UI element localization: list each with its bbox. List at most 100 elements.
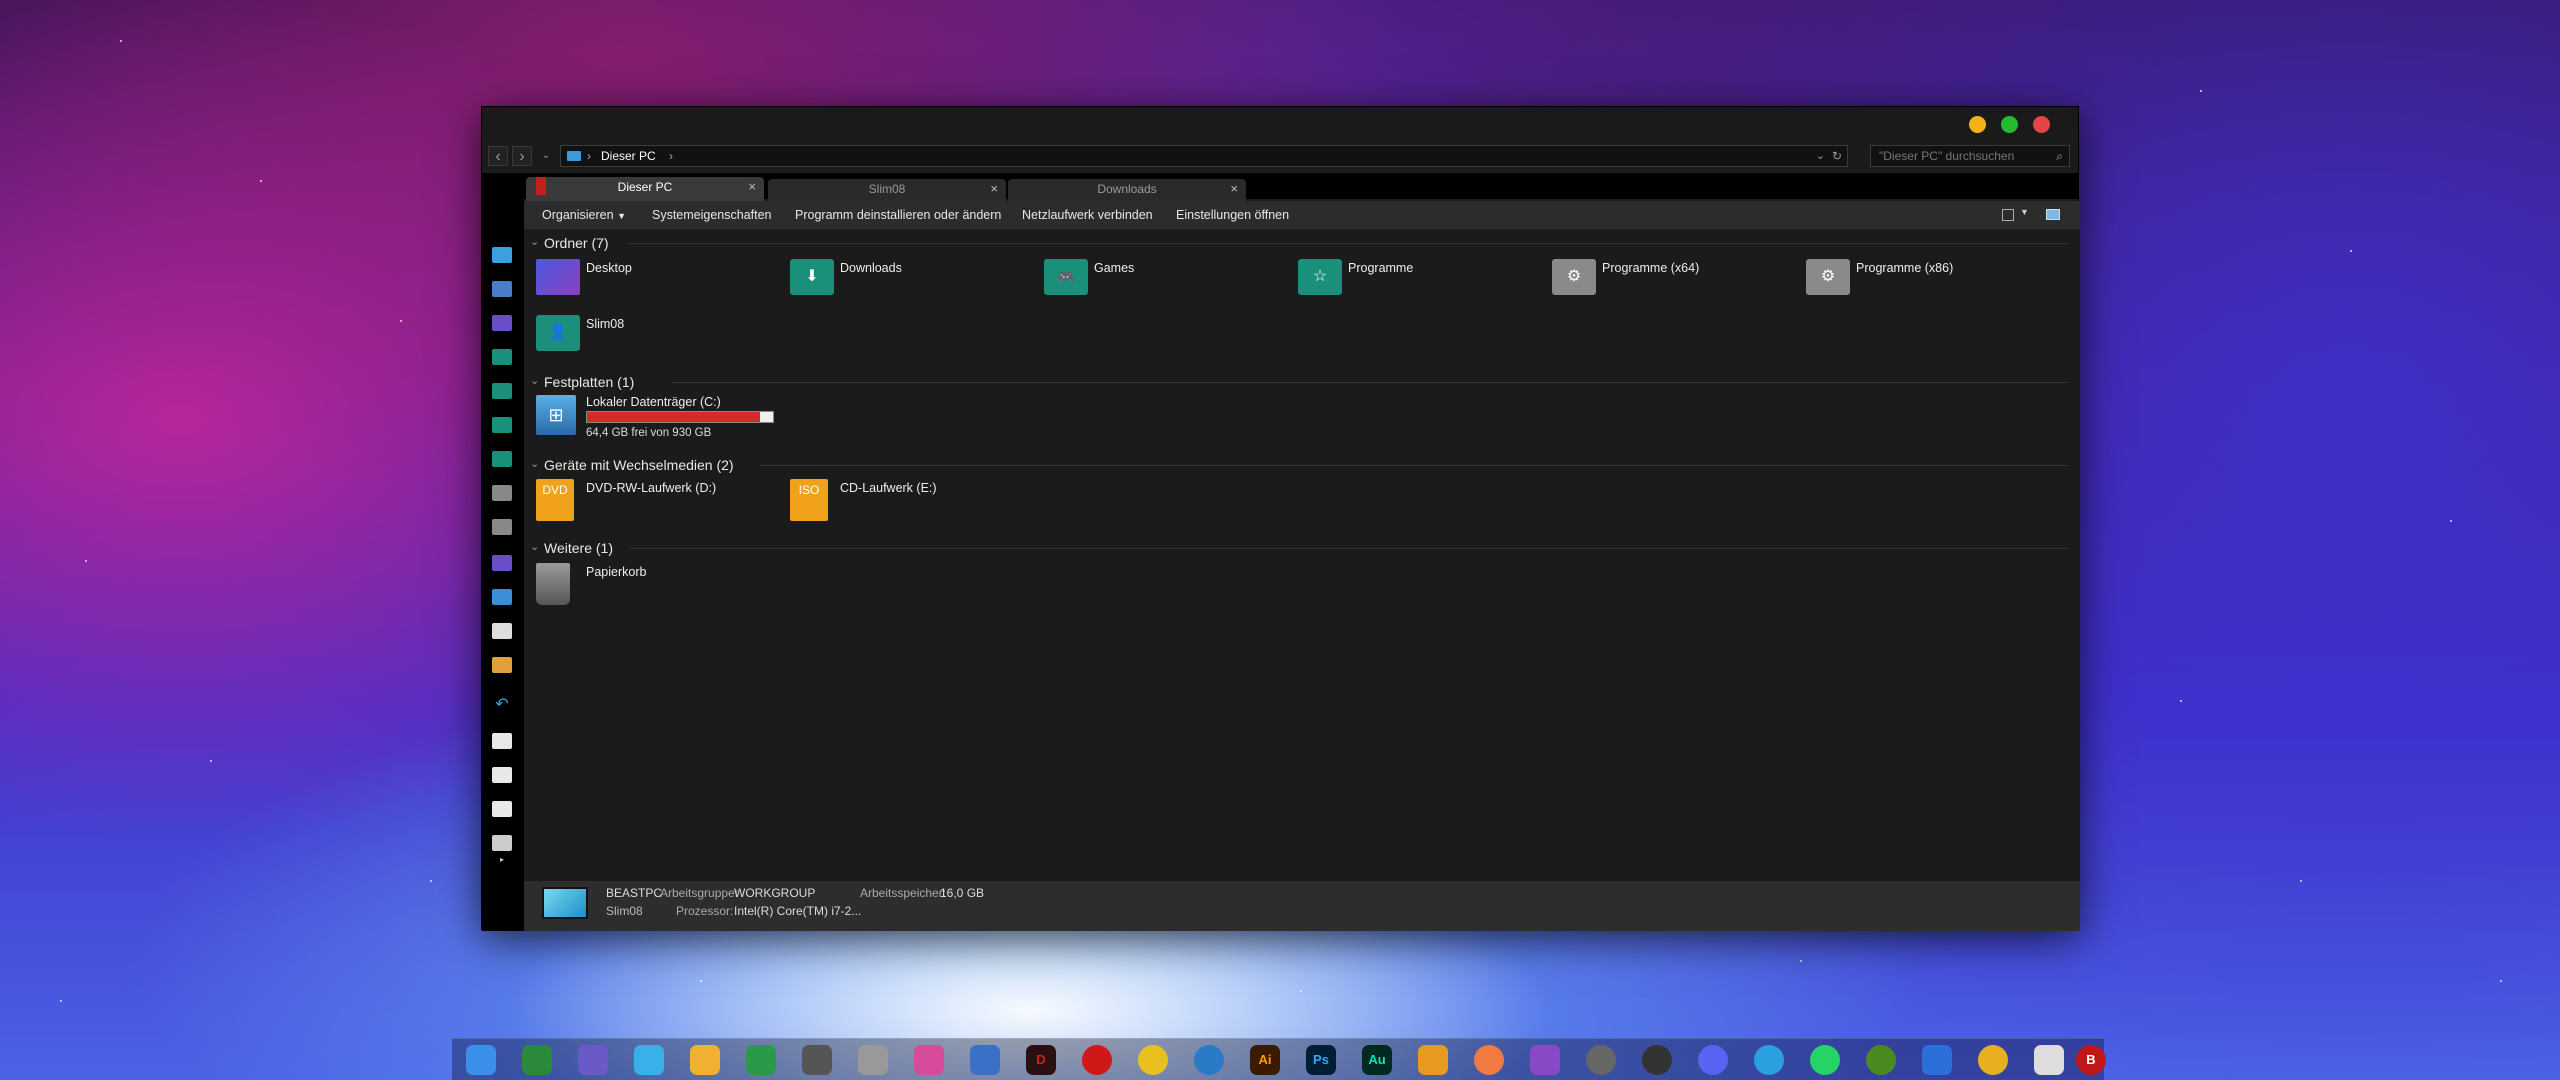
sidebar-games-icon[interactable] <box>492 383 512 399</box>
photoshop-icon[interactable]: Ps <box>1306 1045 1336 1075</box>
sidebar-control-panel-icon[interactable] <box>492 657 512 673</box>
audition-icon[interactable]: Au <box>1362 1045 1392 1075</box>
sidebar-network-icon[interactable] <box>492 589 512 605</box>
sidebar-drive-icon[interactable] <box>492 281 512 297</box>
group-header-drives[interactable]: Festplatten (1) <box>544 374 634 390</box>
view-options-icon[interactable] <box>2002 209 2014 221</box>
collapse-drives-icon[interactable]: ⌄ <box>530 374 539 387</box>
folder-downloads[interactable]: ⬇ Downloads <box>790 259 1020 299</box>
collapse-folders-icon[interactable]: ⌄ <box>530 235 539 248</box>
drive-app-icon[interactable] <box>746 1045 776 1075</box>
close-button[interactable] <box>2033 116 2050 133</box>
sidebar-programs-x64-icon[interactable] <box>492 485 512 501</box>
mail-app-icon[interactable] <box>1194 1045 1224 1075</box>
browser-icon[interactable] <box>1922 1045 1952 1075</box>
pc-monitor-icon <box>542 887 588 919</box>
refresh-icon[interactable]: ↻ <box>1832 146 1842 166</box>
tab-slim08[interactable]: Slim08 × <box>768 179 1006 201</box>
drive-c[interactable]: ⊞ Lokaler Datenträger (C:) 64,4 GB frei … <box>536 395 796 439</box>
app-peach-icon[interactable] <box>1474 1045 1504 1075</box>
whatsapp-icon[interactable] <box>1810 1045 1840 1075</box>
title-bar[interactable] <box>482 107 2078 143</box>
forward-button[interactable]: › <box>512 146 532 166</box>
address-dropdown-icon[interactable]: ⌄ <box>1816 146 1825 166</box>
sidebar-computer-icon[interactable] <box>492 247 512 263</box>
search-icon[interactable]: ⌕ <box>2056 146 2063 166</box>
system-properties-button[interactable]: Systemeigenschaften <box>652 208 772 222</box>
app-icon[interactable] <box>522 1045 552 1075</box>
minimize-button[interactable] <box>1969 116 1986 133</box>
chrome-icon[interactable] <box>1138 1045 1168 1075</box>
collapse-removable-icon[interactable]: ⌄ <box>530 457 539 470</box>
sidebar-programs-icon[interactable] <box>492 417 512 433</box>
organize-menu-button[interactable]: Organisieren ▼ <box>542 208 626 222</box>
address-bar[interactable]: › Dieser PC › ⌄ ↻ <box>560 145 1848 167</box>
preview-pane-icon[interactable] <box>2046 209 2060 220</box>
command-bar: Organisieren ▼ Systemeigenschaften Progr… <box>524 201 2080 229</box>
tab-dieser-pc[interactable]: Dieser PC × <box>526 177 764 201</box>
close-tab-icon[interactable]: × <box>748 177 756 197</box>
back-button[interactable]: ‹ <box>488 146 508 166</box>
recycle-bin[interactable]: Papierkorb <box>536 563 766 605</box>
telegram-icon[interactable] <box>1754 1045 1784 1075</box>
sidebar-window-icon[interactable] <box>492 733 512 749</box>
folder-app-icon[interactable] <box>690 1045 720 1075</box>
discord-icon[interactable] <box>1698 1045 1728 1075</box>
folder-desktop[interactable]: Desktop <box>536 259 766 299</box>
sidebar-settings-icon[interactable] <box>492 555 512 571</box>
app-purple-icon[interactable] <box>1530 1045 1560 1075</box>
open-settings-button[interactable]: Einstellungen öffnen <box>1176 208 1289 222</box>
bitdefender-icon[interactable]: B <box>2076 1045 2106 1075</box>
illustrator-icon[interactable]: Ai <box>1250 1045 1280 1075</box>
drive-d-dvd[interactable]: DVD DVD-RW-Laufwerk (D:) <box>536 479 766 521</box>
support-icon[interactable] <box>1642 1045 1672 1075</box>
star-app-icon[interactable] <box>970 1045 1000 1075</box>
diablo-icon[interactable]: D <box>1026 1045 1056 1075</box>
compass-icon[interactable] <box>1586 1045 1616 1075</box>
tab-downloads[interactable]: Downloads × <box>1008 179 1246 201</box>
breadcrumb-location[interactable]: Dieser PC <box>601 146 656 166</box>
folder-slim08[interactable]: 👤 Slim08 <box>536 315 766 355</box>
view-dropdown-icon[interactable]: ▼ <box>2020 207 2029 217</box>
desktop-app-icon[interactable] <box>578 1045 608 1075</box>
app-orange-icon[interactable] <box>1418 1045 1448 1075</box>
maximize-button[interactable] <box>2001 116 2018 133</box>
folder-programme-x86[interactable]: ⚙ Programme (x86) <box>1806 259 2036 299</box>
sidebar-programs-x86-icon[interactable] <box>492 519 512 535</box>
sidebar-user-icon[interactable] <box>492 451 512 467</box>
group-header-removable[interactable]: Geräte mit Wechselmedien (2) <box>544 457 734 473</box>
drive-e-cd[interactable]: ISO CD-Laufwerk (E:) <box>790 479 1020 521</box>
xbox-icon[interactable] <box>1866 1045 1896 1075</box>
folder-programme-x64[interactable]: ⚙ Programme (x64) <box>1552 259 1782 299</box>
games-folder-icon: 🎮 <box>1044 259 1088 295</box>
finder-icon[interactable] <box>466 1045 496 1075</box>
sidebar-tools-icon[interactable] <box>492 835 512 851</box>
sidebar-undo-icon[interactable]: ↶ <box>492 697 512 713</box>
sidebar-desktop-icon[interactable] <box>492 315 512 331</box>
app-yellow-icon[interactable] <box>1978 1045 2008 1075</box>
close-tab-icon[interactable]: × <box>1230 179 1238 199</box>
folder-programme[interactable]: ☆ Programme <box>1298 259 1528 299</box>
color-app-icon[interactable] <box>914 1045 944 1075</box>
gamepad-icon[interactable] <box>858 1045 888 1075</box>
user-name: Slim08 <box>606 904 643 918</box>
group-header-folders[interactable]: Ordner (7) <box>544 235 609 251</box>
map-network-drive-button[interactable]: Netzlaufwerk verbinden <box>1022 208 1153 222</box>
group-header-other[interactable]: Weitere (1) <box>544 540 613 556</box>
computer-app-icon[interactable] <box>634 1045 664 1075</box>
download-app-icon[interactable] <box>802 1045 832 1075</box>
folder-games[interactable]: 🎮 Games <box>1044 259 1274 299</box>
sidebar-expand-icon[interactable]: ▸ <box>500 855 504 864</box>
search-input[interactable]: "Dieser PC" durchsuchen ⌕ <box>1870 145 2070 167</box>
opera-icon[interactable] <box>1082 1045 1112 1075</box>
collapse-other-icon[interactable]: ⌄ <box>530 540 539 553</box>
calculator-icon[interactable] <box>2034 1045 2064 1075</box>
close-tab-icon[interactable]: × <box>990 179 998 199</box>
sidebar-document-icon[interactable] <box>492 623 512 639</box>
sidebar-terminal-icon[interactable] <box>492 801 512 817</box>
tab-label: Downloads <box>1097 182 1157 196</box>
sidebar-downloads-icon[interactable] <box>492 349 512 365</box>
sidebar-windows-icon[interactable] <box>492 767 512 783</box>
recent-dropdown-button[interactable]: ⌄ <box>536 146 556 166</box>
uninstall-program-button[interactable]: Programm deinstallieren oder ändern <box>795 208 1001 222</box>
